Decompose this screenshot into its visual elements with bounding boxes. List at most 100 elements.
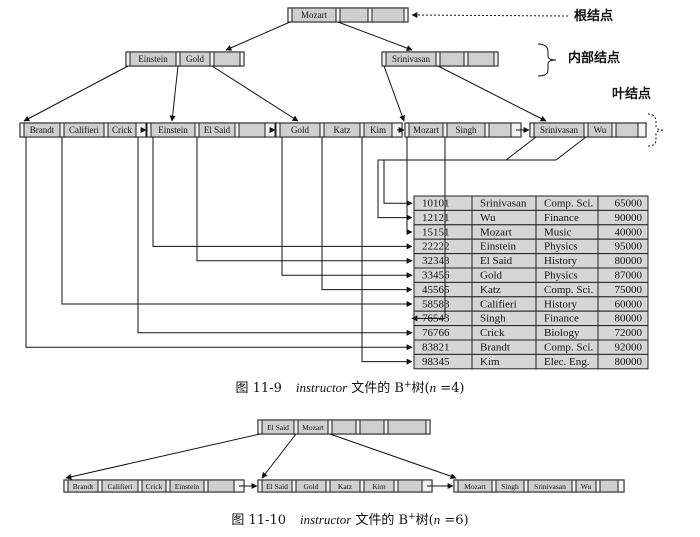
fig2-edge-root-to-leaf1: [65, 433, 261, 480]
table-cell: Einstein: [480, 241, 517, 253]
internal-node-right: Srinivasan: [381, 51, 499, 67]
table-cell: Kim: [480, 356, 500, 368]
table-cell: 32343: [422, 255, 450, 267]
leaf-node-1: Brandt Califieri Crick: [19, 122, 147, 138]
fig2-leaf-node-3: Mozart Singh Srinivasan Wu: [453, 479, 625, 493]
fig2-leaf1-key-califieri: Califieri: [108, 482, 133, 491]
internal-key-gold: Gold: [186, 54, 205, 64]
record-pointer: [25, 137, 413, 351]
leaf1-key-califieri: Califieri: [69, 125, 99, 135]
annotation-root-arrow: [411, 12, 569, 19]
leaf1-key-crick: Crick: [112, 125, 132, 135]
table-cell: Singh: [480, 313, 506, 325]
leaf4-key-singh: Singh: [455, 125, 477, 135]
caption1-tree: 树(: [412, 381, 430, 396]
table-cell: Srinivasan: [480, 198, 527, 210]
leaf3-key-gold: Gold: [291, 125, 310, 135]
table-cell: History: [544, 298, 578, 310]
caption2-sup: +: [408, 512, 416, 522]
record-pointer: [137, 137, 413, 336]
internal-node-left: Einstein Gold: [125, 51, 245, 67]
record-pointer: [196, 137, 413, 264]
table-cell: 95000: [615, 241, 643, 253]
figure1-caption: 图 11-9 instructor 文件的 B+树(n =4): [236, 380, 465, 396]
table-cell: Physics: [544, 270, 578, 282]
root-node: Mozart: [287, 7, 409, 23]
leaf-node-3: Gold Katz Kim: [275, 122, 403, 138]
fig2-root-key-el-said: El Said: [267, 423, 289, 432]
table-cell: 33456: [422, 270, 450, 282]
caption1-prefix: 图 11-9: [236, 381, 282, 396]
caption2-tree: 树(: [416, 513, 434, 528]
fig2-leaf3-key-wu: Wu: [581, 482, 592, 491]
fig2-edge-root-to-leaf2: [261, 433, 297, 479]
table-cell: Katz: [480, 284, 501, 296]
table-cell: 72000: [615, 327, 643, 339]
fig2-root-node: El Said Mozart: [257, 419, 431, 435]
table-cell: 80000: [615, 255, 643, 267]
caption2-subject: instructor: [300, 512, 352, 527]
caption1-eq: =4): [436, 381, 464, 396]
table-cell: 98345: [422, 356, 450, 368]
record-pointer: [281, 137, 413, 279]
leaf-node-2: Einstein El Said: [146, 122, 276, 138]
leaf3-key-katz: Katz: [334, 125, 351, 135]
fig2-leaf3-key-mozart: Mozart: [464, 482, 487, 491]
table-cell: 58583: [422, 298, 450, 310]
caption2-eq: =6): [440, 513, 468, 528]
record-pointer: [61, 137, 413, 307]
table-cell: 45565: [422, 284, 450, 296]
figure2-tree: El Said Mozart Brandt Califieri Crick Ei…: [63, 419, 625, 528]
edge-root-to-internal-right: [337, 21, 413, 51]
annotation-leaf-bracket: [647, 113, 665, 147]
fig2-leaf-node-1: Brandt Califieri Crick Einstein: [63, 479, 245, 493]
figure-canvas: Mozart Einstein Gold Srinivasan Brandt C…: [0, 0, 700, 537]
table-cell: Finance: [544, 212, 579, 224]
table-cell: History: [544, 255, 578, 267]
leaf2-key-el-said: El Said: [204, 125, 231, 135]
annotation-root-label: 根结点: [574, 8, 613, 24]
caption2-prefix: 图 11-10: [231, 513, 286, 528]
edge-root-to-internal-left: [225, 21, 291, 51]
table-cell: 90000: [615, 212, 643, 224]
fig2-leaf-node-2: El Said Gold Katz Kim: [257, 479, 433, 493]
table-cell: Finance: [544, 313, 579, 325]
leaf4-key-mozart: Mozart: [413, 125, 439, 135]
table-cell: 87000: [615, 270, 643, 282]
table-cell: Biology: [544, 327, 580, 339]
internal-key-srinivasan: Srinivasan: [392, 54, 430, 64]
root-key-mozart: Mozart: [301, 10, 327, 20]
table-cell: Califieri: [480, 298, 517, 310]
fig2-root-key-mozart: Mozart: [302, 423, 325, 432]
annotation-internal-label: 内部结点: [568, 50, 620, 66]
table-cell: 40000: [615, 226, 643, 238]
table-cell: Comp. Sci.: [544, 284, 593, 296]
table-cell: Crick: [480, 327, 505, 339]
leaf-node-4: Mozart Singh: [404, 122, 522, 138]
leaf-node-5: Srinivasan Wu: [529, 122, 647, 138]
table-cell: 75000: [615, 284, 643, 296]
caption2-middle: 文件的 B: [351, 512, 408, 528]
table-cell: Physics: [544, 241, 578, 253]
fig2-leaf1-key-brandt: Brandt: [73, 482, 94, 491]
table-cell: 76766: [422, 327, 450, 339]
leaf5-key-srinivasan: Srinivasan: [540, 125, 578, 135]
caption1-subject: instructor: [296, 380, 348, 395]
edge-internal-left-to-leaf2: [169, 65, 179, 122]
annotation-internal-bracket: [537, 43, 557, 77]
table-cell: Music: [544, 226, 572, 238]
caption1-middle: 文件的 B: [347, 380, 404, 396]
table-cell: 92000: [615, 342, 643, 354]
fig2-leaf3-key-singh: Singh: [501, 482, 519, 491]
table-cell: Wu: [480, 212, 496, 224]
fig2-leaf2-key-gold: Gold: [304, 482, 319, 491]
fig2-leaf1-key-crick: Crick: [146, 482, 163, 491]
edge-internal-right-to-leaf5: [437, 65, 547, 122]
edge-internal-right-to-leaf4: [383, 65, 405, 122]
table-cell: Gold: [480, 270, 503, 282]
leaf2-key-einstein: Einstein: [158, 125, 188, 135]
table-cell: Comp. Sci.: [544, 198, 593, 210]
fig2-leaf2-key-katz: Katz: [338, 482, 353, 491]
leaf3-key-kim: Kim: [370, 125, 386, 135]
table-cell: 80000: [615, 313, 643, 325]
